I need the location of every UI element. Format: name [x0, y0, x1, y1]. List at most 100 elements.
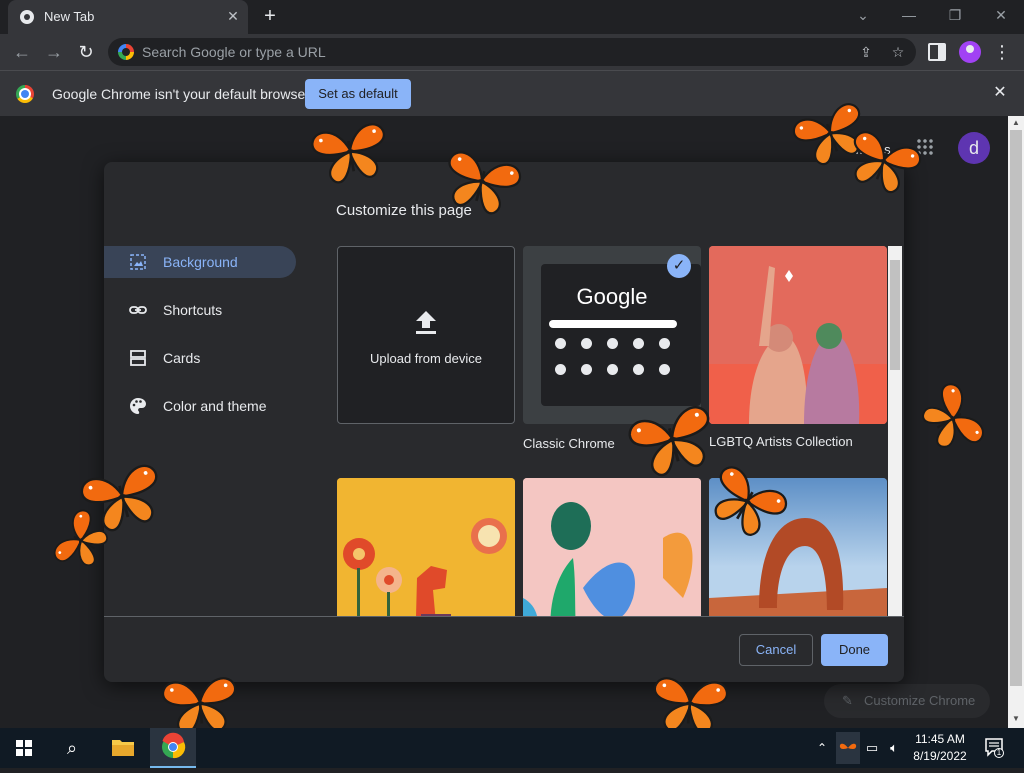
clock-time[interactable]: 11:45 AM: [908, 732, 972, 746]
selected-check-icon: ✓: [667, 254, 691, 278]
chrome-logo-icon: [16, 85, 34, 103]
shortcut-dot: [607, 338, 618, 349]
toolbar: ← → ↻ Search Google or type a URL ⇪ ☆ ⋮: [0, 34, 1024, 70]
bookmark-star-icon[interactable]: ☆: [888, 42, 908, 62]
classic-chrome-tile[interactable]: Google ✓: [523, 246, 701, 424]
omnibox[interactable]: Search Google or type a URL ⇪ ☆: [108, 38, 916, 66]
infobar-message: Google Chrome isn't your default browser: [52, 86, 310, 102]
taskbar-search-icon[interactable]: ⌕: [48, 728, 96, 768]
abstract-plants-tile[interactable]: [523, 478, 701, 616]
dialog-divider: [104, 616, 904, 617]
shortcut-dot: [581, 364, 592, 375]
windows-taskbar: ⌕ ⌃ ▭ 🔈︎ 11:45 AM 8/19/2022 1: [0, 728, 1024, 768]
side-panel-icon[interactable]: [928, 43, 946, 61]
restore-button[interactable]: ❐: [932, 0, 978, 30]
lgbtq-artists-label: LGBTQ Artists Collection: [709, 434, 853, 449]
shortcut-dot: [555, 364, 566, 375]
tab-title: New Tab: [44, 9, 95, 24]
tray-overflow-chevron-icon[interactable]: ⌃: [812, 738, 832, 758]
omnibox-placeholder: Search Google or type a URL: [142, 44, 326, 60]
tray-butterfly-icon[interactable]: [836, 732, 860, 764]
cards-icon: [130, 350, 146, 366]
tab-close-icon[interactable]: ✕: [224, 7, 242, 25]
nav-label: Cards: [163, 350, 201, 366]
clock-date[interactable]: 8/19/2022: [908, 749, 972, 763]
start-button[interactable]: [0, 728, 48, 768]
tiles-scrollbar-thumb[interactable]: [890, 260, 900, 370]
abstract-plants-image: [523, 478, 701, 616]
default-browser-infobar: Google Chrome isn't your default browser…: [0, 70, 1024, 116]
dialog-title: Customize this page: [336, 202, 472, 219]
page-scrollbar-thumb[interactable]: [1010, 130, 1022, 686]
nav-item-shortcuts[interactable]: Shortcuts: [104, 294, 296, 326]
menu-dots-icon[interactable]: ⋮: [992, 38, 1012, 66]
chrome-icon: [162, 732, 186, 759]
cancel-button[interactable]: Cancel: [739, 634, 813, 666]
lgbtq-artists-collection-tile[interactable]: [709, 246, 887, 424]
tab-new-tab[interactable]: New Tab ✕: [8, 0, 248, 34]
google-icon: [118, 44, 134, 60]
background-tiles-grid: Upload from device Google ✓ Classic Chro…: [336, 246, 904, 616]
shortcut-dot: [659, 364, 670, 375]
shortcut-dot: [633, 364, 644, 375]
customize-chrome-button[interactable]: ✎ Customize Chrome: [824, 684, 990, 718]
share-icon[interactable]: ⇪: [856, 42, 876, 62]
pencil-icon: ✎: [842, 693, 853, 708]
desert-arch-tile[interactable]: [709, 478, 887, 616]
customize-dialog: Customize this page Background Shortcuts…: [104, 162, 904, 682]
forward-button[interactable]: →: [40, 38, 68, 66]
folder-icon: [112, 740, 134, 756]
shortcut-dot: [659, 338, 670, 349]
butterfly-icon: [839, 743, 857, 749]
google-apps-icon[interactable]: [916, 138, 934, 156]
chrome-favicon-icon: [20, 10, 34, 24]
image-icon: [130, 254, 146, 270]
shortcut-dot: [581, 338, 592, 349]
window-close-button[interactable]: ✕: [978, 0, 1024, 30]
link-icon: [129, 306, 147, 314]
shortcut-dot: [555, 338, 566, 349]
upload-from-device-tile[interactable]: Upload from device: [337, 246, 515, 424]
chrome-taskbar-button[interactable]: [150, 728, 196, 768]
tab-strip: New Tab ✕ + ⌄ — ❐ ✕: [0, 0, 1024, 34]
profile-avatar[interactable]: [959, 41, 981, 63]
floral-background-tile[interactable]: [337, 478, 515, 616]
classic-google-wordmark: Google: [576, 284, 648, 309]
windows-logo-icon: [16, 740, 32, 756]
file-explorer-button[interactable]: [100, 728, 148, 768]
set-as-default-button[interactable]: Set as default: [305, 79, 411, 109]
upload-label: Upload from device: [370, 351, 482, 366]
back-button[interactable]: ←: [8, 38, 36, 66]
shortcut-dot: [633, 338, 644, 349]
nav-label: Color and theme: [163, 398, 267, 414]
volume-icon[interactable]: 🔈︎: [884, 738, 904, 758]
nav-label: Shortcuts: [163, 302, 223, 318]
nav-item-background[interactable]: Background: [104, 246, 296, 278]
tab-search-chevron-icon[interactable]: ⌄: [840, 0, 886, 30]
classic-chrome-preview: Google: [541, 264, 701, 406]
palette-icon: [130, 398, 146, 414]
desert-arch-image: [709, 478, 887, 616]
floral-artwork-image: [337, 478, 515, 616]
infobar-close-icon[interactable]: ✕: [990, 83, 1010, 103]
scroll-up-arrow-icon[interactable]: ▲: [1008, 116, 1024, 130]
classic-chrome-label: Classic Chrome: [523, 436, 615, 451]
scroll-down-arrow-icon[interactable]: ▼: [1008, 712, 1024, 726]
customize-chrome-label: Customize Chrome: [864, 693, 976, 708]
artist-artwork-image: [709, 246, 887, 424]
done-button[interactable]: Done: [821, 634, 888, 666]
new-tab-button[interactable]: +: [258, 5, 282, 29]
nav-item-cards[interactable]: Cards: [104, 342, 296, 374]
classic-search-bar: [549, 320, 677, 328]
reload-button[interactable]: ↻: [72, 38, 100, 66]
shortcut-dot: [607, 364, 618, 375]
images-link[interactable]: Images: [848, 142, 891, 157]
ntp-account-avatar[interactable]: d: [958, 132, 990, 164]
nav-label: Background: [163, 254, 238, 270]
nav-item-color-and-theme[interactable]: Color and theme: [104, 390, 296, 422]
minimize-button[interactable]: —: [886, 0, 932, 30]
network-icon[interactable]: ▭: [862, 738, 882, 758]
notification-center-button[interactable]: 1: [984, 736, 1004, 758]
notification-count: 1: [996, 748, 1002, 757]
upload-icon: [416, 311, 436, 334]
